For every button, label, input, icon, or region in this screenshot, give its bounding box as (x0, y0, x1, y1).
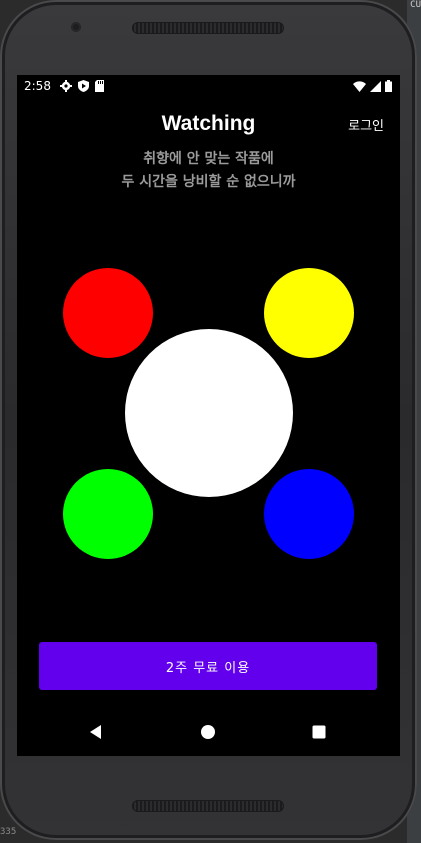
ide-top-text: CU (410, 0, 421, 10)
home-icon[interactable] (200, 724, 216, 740)
white-circle (125, 329, 293, 497)
status-time: 2:58 (24, 79, 51, 93)
settings-icon (60, 80, 72, 92)
blue-circle (264, 469, 354, 559)
sd-card-icon (95, 80, 104, 92)
signal-icon (370, 80, 381, 92)
shield-icon (78, 80, 89, 92)
navigation-bar (17, 708, 400, 756)
tagline: 취향에 안 맞는 작품에 두 시간을 낭비할 순 없으니까 (17, 148, 400, 194)
tagline-line-2: 두 시간을 낭비할 순 없으니까 (121, 174, 296, 190)
page-title: Watching (161, 112, 256, 135)
wifi-icon (353, 80, 366, 92)
front-camera-icon (71, 22, 81, 32)
green-circle (63, 469, 153, 559)
ide-line-number: 335 (0, 827, 17, 837)
bottom-speaker-grille (132, 800, 284, 812)
status-bar: 2:58 (17, 75, 400, 99)
device-screen: 2:58 Watching 로그인 취향에 안 맞는 작품에 두 시간을 낭비할… (17, 75, 400, 756)
back-icon[interactable] (88, 724, 104, 740)
top-speaker-grille (132, 22, 284, 34)
yellow-circle (264, 268, 354, 358)
free-trial-button[interactable]: 2주 무료 이용 (39, 642, 377, 690)
phone-frame: 2:58 Watching 로그인 취향에 안 맞는 작품에 두 시간을 낭비할… (0, 0, 417, 840)
status-icons-left (60, 80, 104, 92)
red-circle (63, 268, 153, 358)
battery-icon (385, 80, 392, 92)
login-button[interactable]: 로그인 (348, 115, 384, 134)
status-icons-right (353, 80, 392, 92)
recents-icon[interactable] (311, 724, 327, 740)
tagline-line-1: 취향에 안 맞는 작품에 (143, 151, 274, 167)
